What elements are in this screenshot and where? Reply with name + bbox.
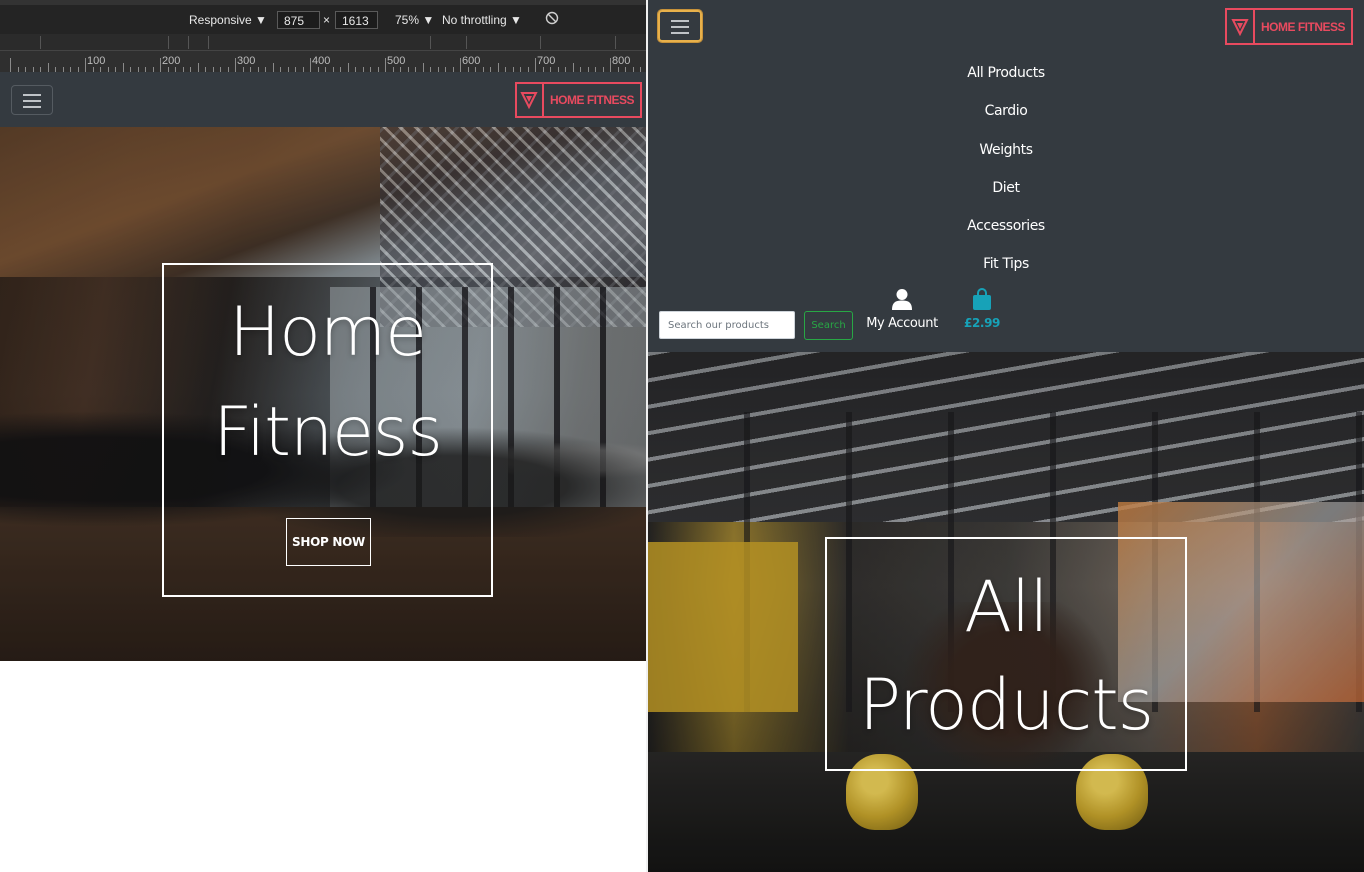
rotate-icon[interactable] — [545, 11, 559, 29]
device-select-label: Responsive — [189, 13, 252, 27]
brand-logo[interactable]: HOME FITNESS — [515, 82, 642, 118]
user-icon — [892, 289, 912, 310]
ruler-tick — [422, 63, 424, 72]
brand-logo-text: HOME FITNESS — [1260, 19, 1346, 34]
nav-item-diet[interactable]: Diet — [648, 180, 1364, 196]
hero-frame: Home Fitness SHOP NOW — [162, 263, 493, 597]
nav-item-weights[interactable]: Weights — [648, 142, 1364, 158]
shop-now-button[interactable]: SHOP NOW — [286, 518, 371, 566]
search-input[interactable] — [659, 311, 795, 339]
ruler-tick — [10, 58, 11, 72]
ruler-label: 100 — [87, 55, 106, 67]
throttling-select-label: No throttling — [442, 13, 507, 27]
my-account-label: My Account — [866, 316, 938, 331]
hero-title-line1: Home — [229, 293, 427, 372]
hero-title-line1: All — [964, 566, 1049, 648]
ruler-tick — [497, 63, 499, 72]
viewport-width-input[interactable]: 875 — [277, 11, 320, 29]
triangle-logo-icon — [1227, 10, 1255, 43]
ruler-label: 800 — [612, 55, 631, 67]
hero-frame: All Products — [825, 537, 1187, 771]
my-account-link[interactable]: My Account — [866, 286, 938, 336]
site-navbar: HOME FITNESS — [0, 72, 646, 127]
hamburger-icon[interactable] — [658, 10, 702, 42]
ruler-label: 200 — [162, 55, 181, 67]
media-query-bar[interactable] — [0, 34, 648, 51]
hero-title-line2: Fitness — [213, 393, 443, 472]
devtools-viewport: Responsive ▼ 875 × 1613 75% ▼ No throttl… — [0, 0, 648, 872]
nav-item-all-products[interactable]: All Products — [648, 65, 1364, 81]
ruler-tick — [347, 63, 349, 72]
ruler-tick — [385, 58, 386, 72]
ruler-tick — [572, 63, 574, 72]
ruler-tick — [610, 58, 611, 72]
site-navbar-expanded: HOME FITNESS All Products Cardio Weights… — [648, 0, 1364, 352]
zoom-select-label: 75% — [395, 13, 420, 27]
products-hero-banner: All Products — [648, 352, 1364, 872]
ruler-tick — [47, 63, 49, 72]
throttling-select[interactable]: No throttling ▼ — [442, 11, 522, 29]
ruler-tick — [160, 58, 161, 72]
ruler-tick — [122, 63, 124, 72]
caret-down-icon: ▼ — [255, 13, 267, 27]
hero-banner: Home Fitness SHOP NOW — [0, 127, 646, 661]
zoom-select[interactable]: 75% ▼ — [395, 11, 434, 29]
triangle-logo-icon — [517, 84, 544, 116]
devtools-ruler: 100 200 300 400 500 600 700 800 — [0, 51, 648, 72]
search-button[interactable]: Search — [804, 311, 853, 340]
nav-item-cardio[interactable]: Cardio — [648, 103, 1364, 119]
ruler-label: 500 — [387, 55, 406, 67]
ruler-label: 300 — [237, 55, 256, 67]
ruler-tick — [272, 63, 274, 72]
shopping-bag-icon — [973, 288, 991, 310]
ruler-tick — [310, 58, 311, 72]
caret-down-icon: ▼ — [422, 13, 435, 27]
brand-logo[interactable]: HOME FITNESS — [1225, 8, 1353, 45]
ruler-tick — [535, 58, 536, 72]
ruler-tick — [197, 63, 199, 72]
ruler-label: 700 — [537, 55, 556, 67]
nav-item-accessories[interactable]: Accessories — [648, 218, 1364, 234]
dimension-separator: × — [323, 13, 331, 27]
shopping-bag-link[interactable]: £2.99 — [962, 286, 1002, 336]
device-select[interactable]: Responsive ▼ — [189, 11, 267, 29]
ruler-label: 600 — [462, 55, 481, 67]
ruler-tick — [460, 58, 461, 72]
ruler-label: 400 — [312, 55, 331, 67]
devtools-device-toolbar: Responsive ▼ 875 × 1613 75% ▼ No throttl… — [0, 0, 648, 34]
viewport-height-input[interactable]: 1613 — [335, 11, 378, 29]
hamburger-icon[interactable] — [11, 85, 53, 115]
ruler-tick — [235, 58, 236, 72]
ruler-tick — [85, 58, 86, 72]
hero-title-line2: Products — [858, 664, 1154, 746]
brand-logo-text: HOME FITNESS — [549, 93, 635, 107]
nav-item-fit-tips[interactable]: Fit Tips — [648, 256, 1364, 272]
bag-total: £2.99 — [964, 316, 1000, 330]
caret-down-icon: ▼ — [510, 13, 522, 27]
